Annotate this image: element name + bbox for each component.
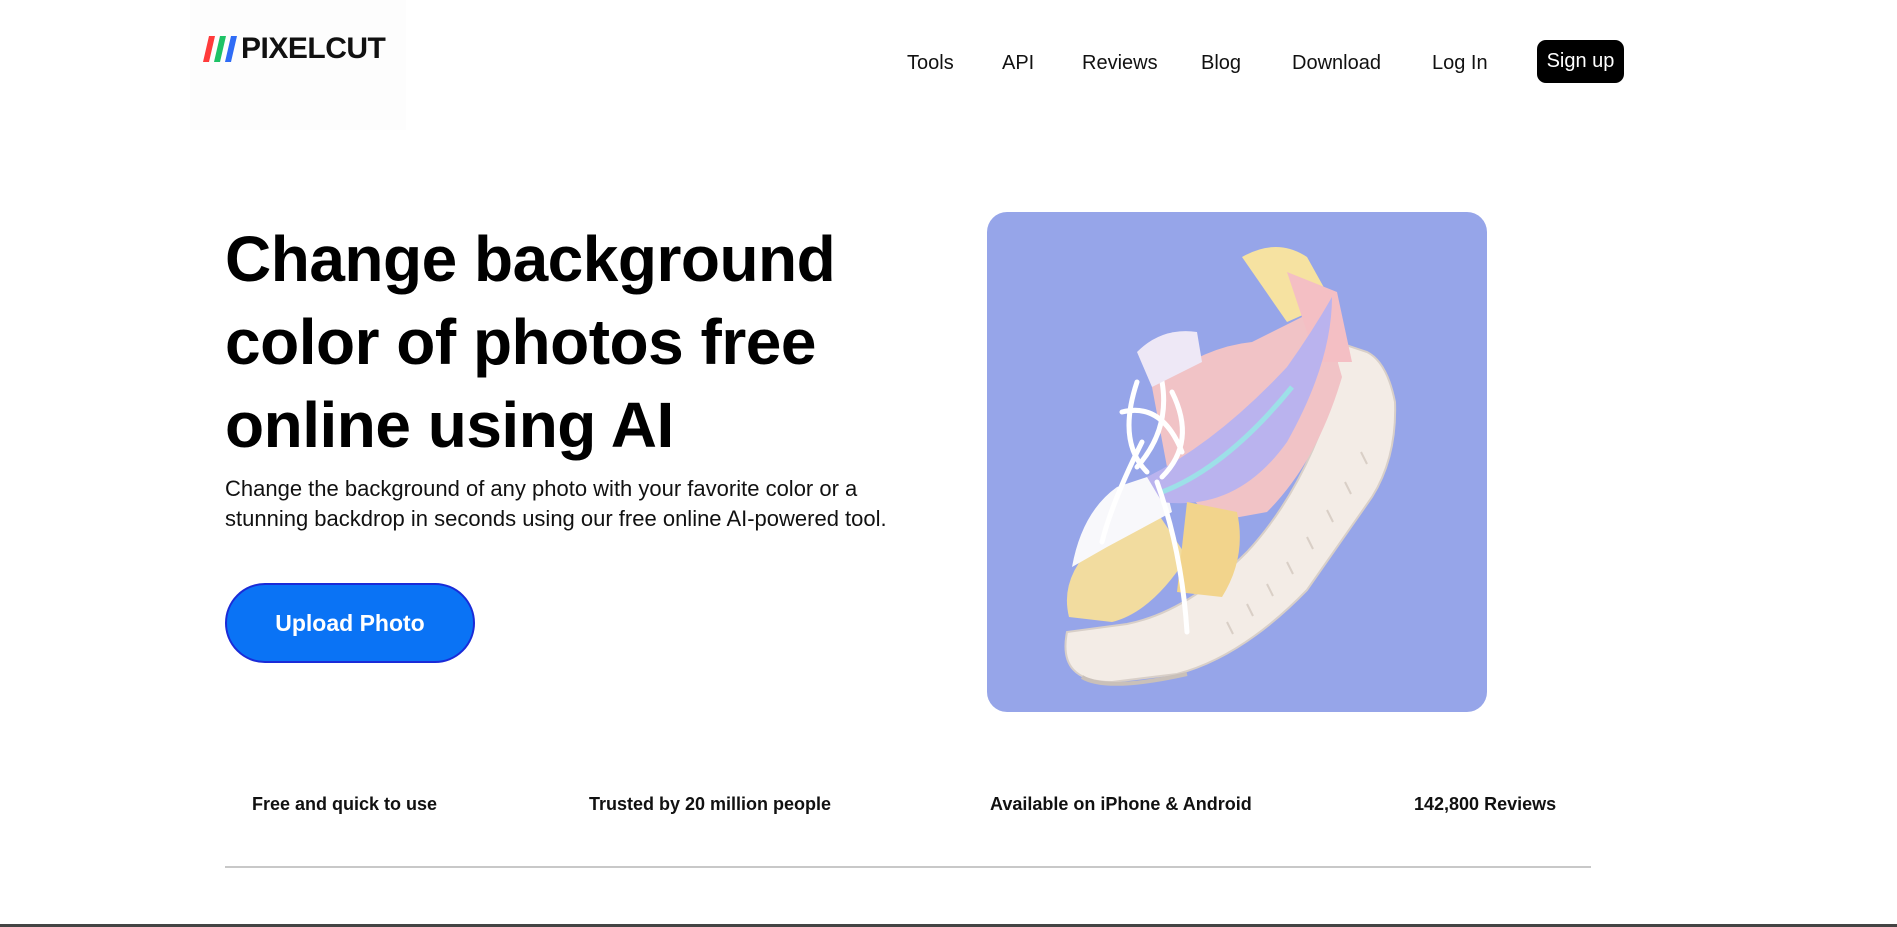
nav-login[interactable]: Log In bbox=[1432, 48, 1488, 78]
feature-platforms: Available on iPhone & Android bbox=[990, 794, 1252, 814]
upload-photo-button[interactable]: Upload Photo bbox=[225, 583, 475, 663]
signup-button[interactable]: Sign up bbox=[1537, 40, 1624, 83]
page-title: Change background color of photos free o… bbox=[225, 223, 836, 461]
nav-api[interactable]: API bbox=[1002, 48, 1034, 78]
nav-download[interactable]: Download bbox=[1292, 48, 1381, 78]
feature-reviews-count: 142,800 Reviews bbox=[1414, 794, 1557, 814]
feature-trusted: Trusted by 20 million people bbox=[589, 794, 832, 814]
nav-blog[interactable]: Blog bbox=[1201, 48, 1241, 78]
section-divider bbox=[225, 866, 1591, 868]
nav-tools[interactable]: Tools bbox=[907, 48, 954, 78]
nav-reviews[interactable]: Reviews bbox=[1082, 48, 1158, 78]
hero-subtitle: Change the background of any photo with … bbox=[225, 476, 887, 531]
feature-free-quick: Free and quick to use bbox=[252, 794, 438, 814]
sneaker-illustration bbox=[1064, 247, 1397, 686]
hero-sneaker-image bbox=[987, 212, 1487, 712]
